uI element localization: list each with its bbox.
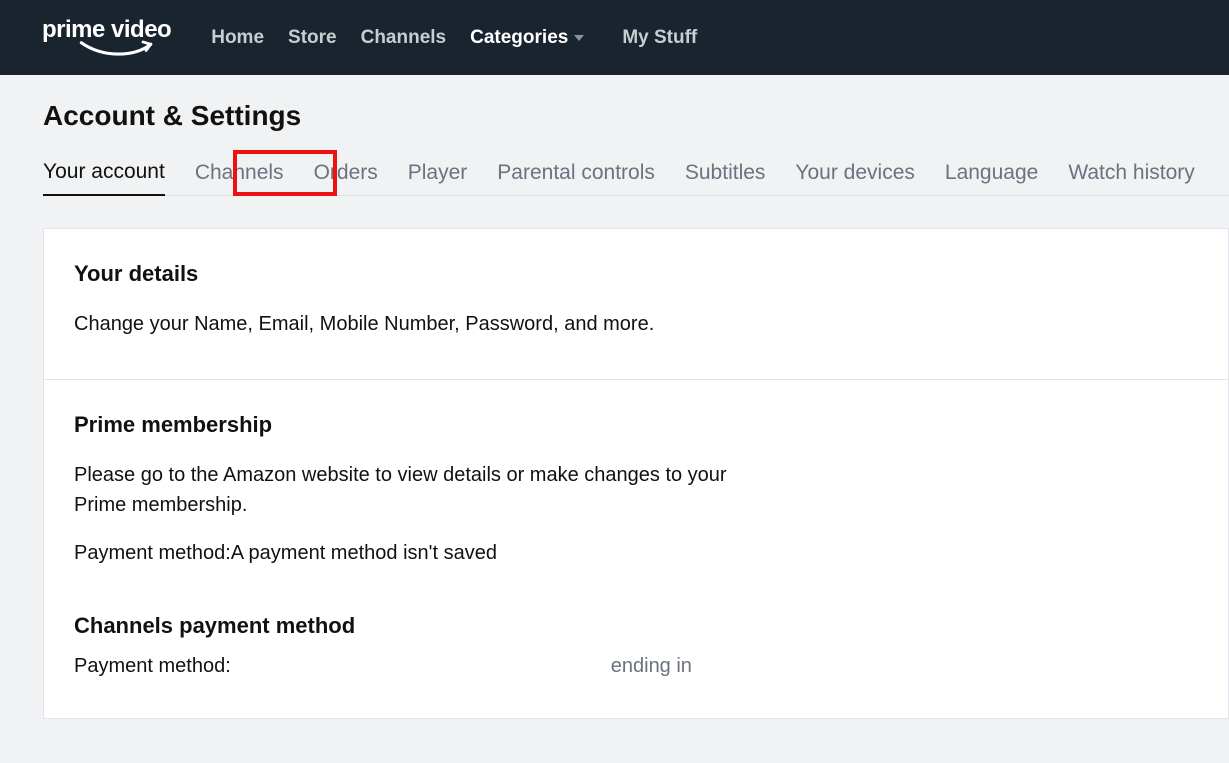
prime-payment-value: A payment method isn't saved (231, 542, 497, 564)
section-prime-membership: Prime membership Please go to the Amazon… (44, 380, 1228, 719)
nav-store[interactable]: Store (276, 19, 349, 57)
prime-heading: Prime membership (74, 412, 1198, 438)
nav-home[interactable]: Home (199, 19, 276, 57)
prime-text: Please go to the Amazon website to view … (74, 460, 734, 520)
nav-label: Home (211, 27, 264, 49)
tab-player[interactable]: Player (408, 161, 468, 195)
tab-parental-controls[interactable]: Parental controls (497, 161, 655, 195)
nav-categories[interactable]: Categories (458, 19, 596, 57)
section-your-details: Your details Change your Name, Email, Mo… (44, 229, 1228, 380)
tab-your-account[interactable]: Your account (43, 160, 165, 196)
channels-ending-in: ending in (611, 655, 692, 678)
your-details-heading: Your details (74, 261, 1198, 287)
your-details-text: Change your Name, Email, Mobile Number, … (74, 309, 734, 339)
nav-label: My Stuff (622, 27, 697, 49)
tab-channels[interactable]: Channels (195, 161, 284, 195)
settings-card: Your details Change your Name, Email, Mo… (43, 228, 1229, 719)
nav-label: Store (288, 27, 337, 49)
smile-icon (79, 40, 157, 58)
channels-payment-label: Payment method: (74, 655, 231, 678)
tab-language[interactable]: Language (945, 161, 1038, 195)
nav-links: Home Store Channels Categories My Stuff (199, 19, 709, 57)
channels-payment-row: Payment method: ending in (74, 655, 1198, 678)
tab-watch-history[interactable]: Watch history (1068, 161, 1194, 195)
tab-subtitles[interactable]: Subtitles (685, 161, 766, 195)
prime-payment-label: Payment method: (74, 542, 231, 564)
prime-payment-row: Payment method:A payment method isn't sa… (74, 542, 1198, 565)
logo-text: prime video (42, 18, 171, 42)
channels-payment-heading: Channels payment method (74, 613, 1198, 639)
nav-label: Channels (361, 27, 447, 49)
nav-channels[interactable]: Channels (349, 19, 459, 57)
chevron-down-icon (574, 35, 584, 41)
prime-video-logo[interactable]: prime video (42, 18, 171, 58)
nav-my-stuff[interactable]: My Stuff (610, 19, 709, 57)
tab-orders[interactable]: Orders (314, 161, 378, 195)
nav-label: Categories (470, 27, 568, 49)
tab-your-devices[interactable]: Your devices (795, 161, 914, 195)
page-body: Account & Settings Your account Channels… (0, 75, 1229, 719)
page-title: Account & Settings (43, 100, 1229, 132)
top-nav: prime video Home Store Channels Categori… (0, 0, 1229, 75)
settings-tabs: Your account Channels Orders Player Pare… (43, 160, 1229, 196)
